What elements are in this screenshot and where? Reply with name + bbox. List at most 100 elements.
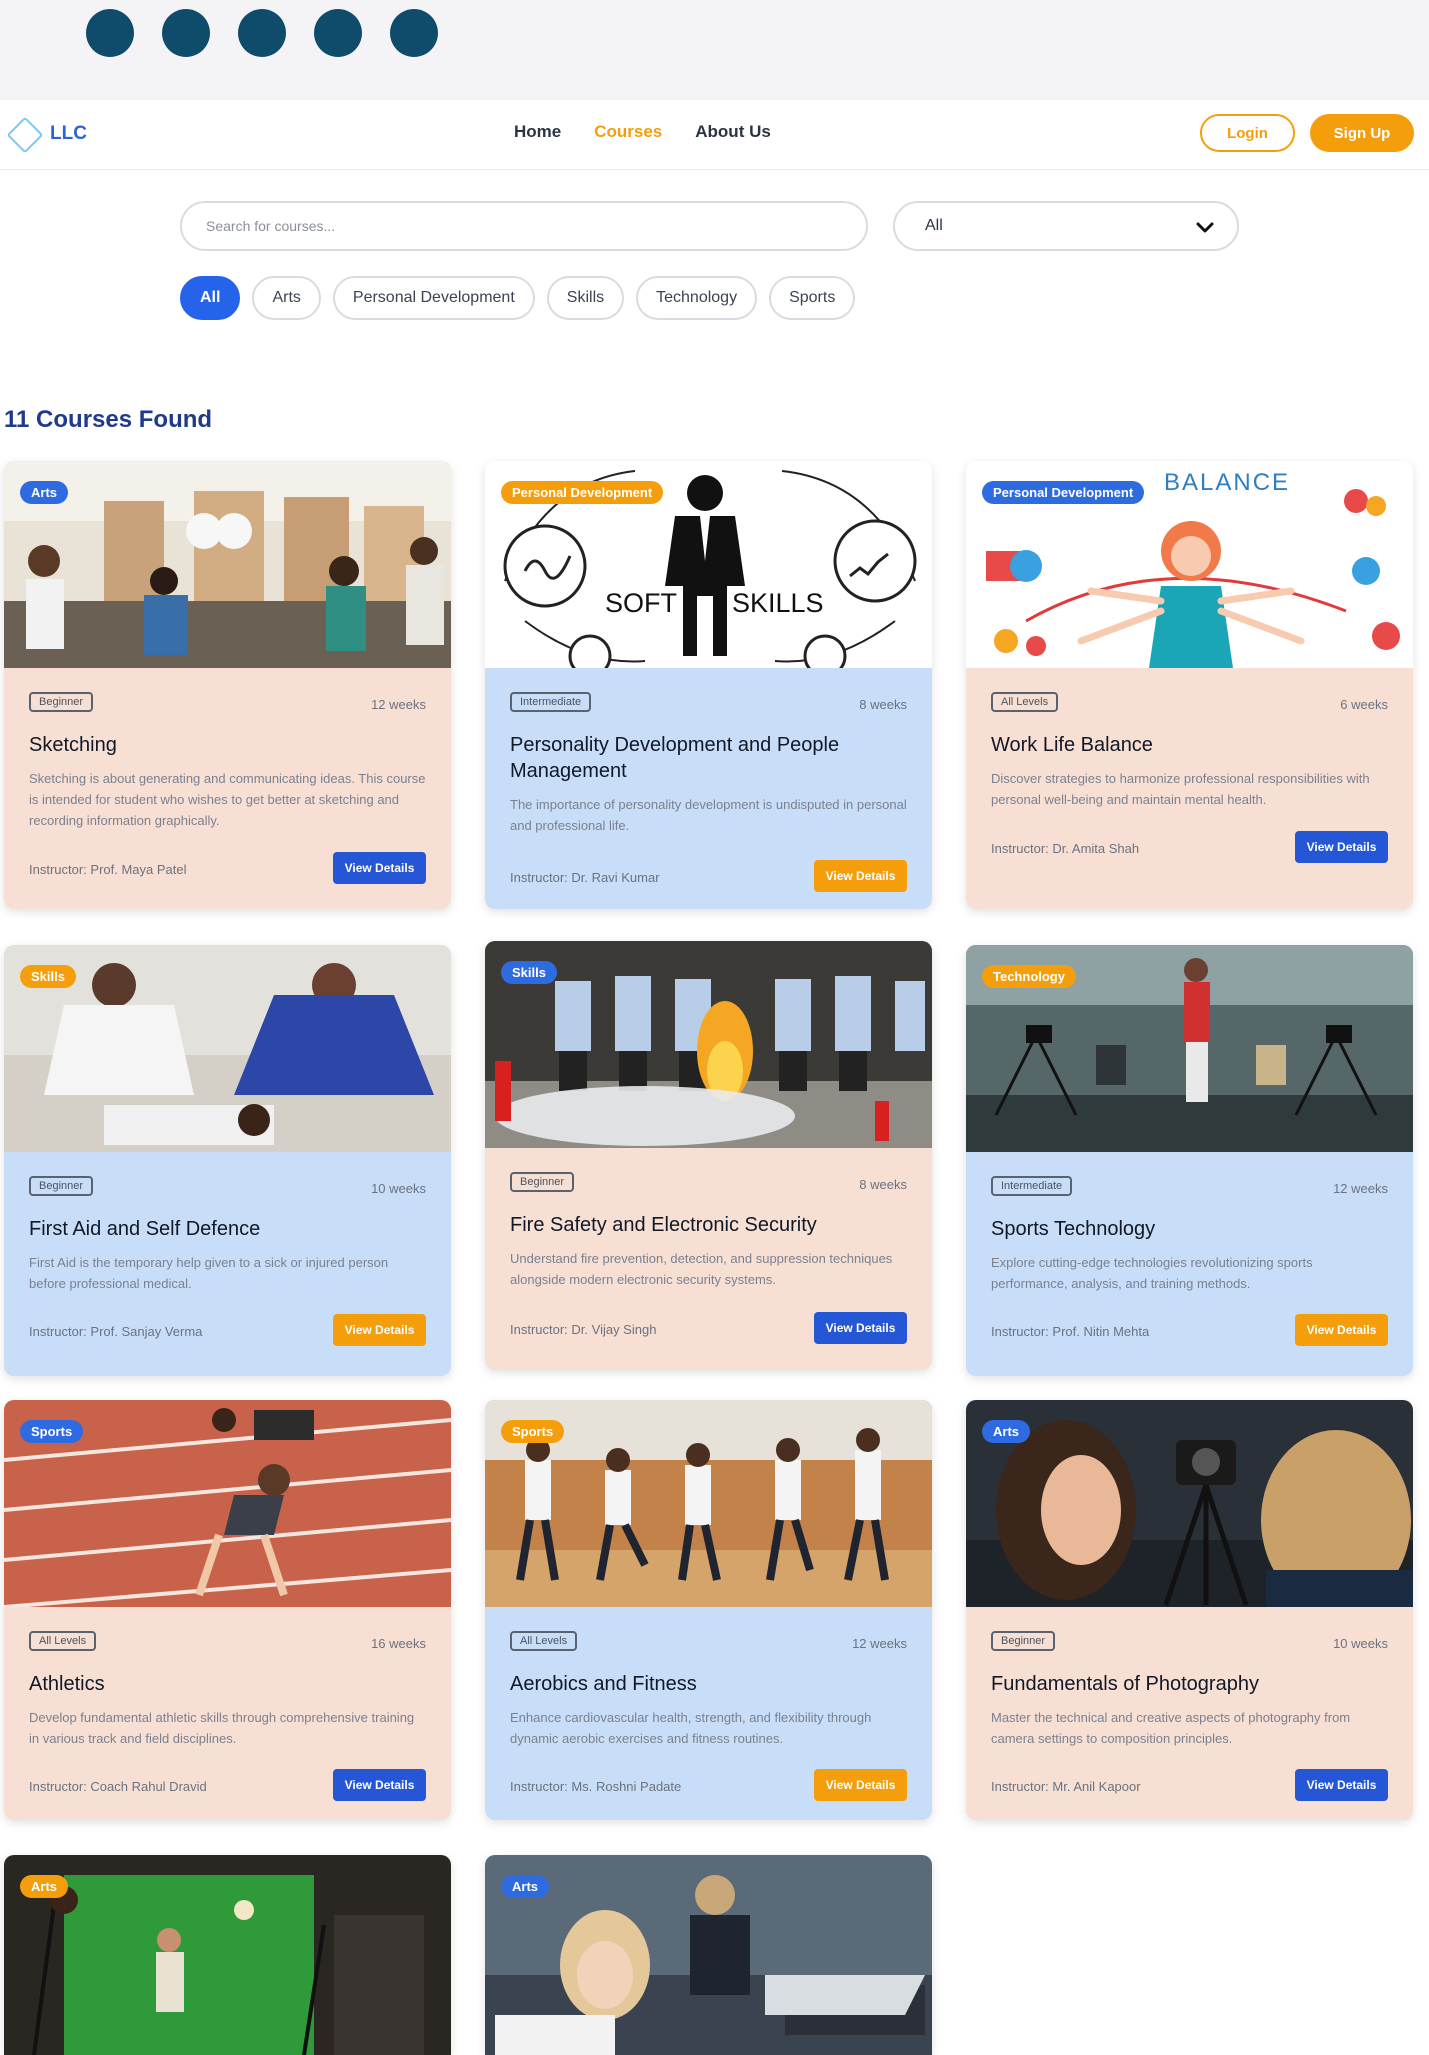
view-details-button[interactable]: View Details [1295,1314,1388,1346]
course-card-fire-safety[interactable]: Skills Beginner 8 weeks Fire Safety and … [485,941,932,1370]
view-details-button[interactable]: View Details [333,852,426,884]
nav-links: Home Courses About Us [514,122,771,142]
course-description: Discover strategies to harmonize profess… [991,771,1370,807]
category-badge: Technology [982,965,1076,988]
course-title: Fire Safety and Electronic Security [510,1214,817,1236]
image-text-balance: BALANCE [1164,469,1291,496]
nav-link-courses[interactable]: Courses [594,122,662,142]
level-tag: Intermediate [510,692,592,712]
course-card-personality-development[interactable]: SOFT SKILLS Personal Development Interme… [485,461,932,909]
course-instructor: Instructor: Prof. Nitin Mehta [991,1324,1150,1339]
course-card-photography[interactable]: Arts Beginner 10 weeks Fundamentals of P… [966,1400,1413,1820]
dot-1 [86,9,134,57]
duration: 8 weeks [859,697,907,712]
level-tag: All Levels [29,1631,97,1651]
level-tag: Beginner [29,692,94,712]
dot-5 [390,9,438,57]
dot-4 [314,9,362,57]
course-title: Personality Development and People Manag… [510,734,840,782]
course-instructor: Instructor: Coach Rahul Dravid [29,1779,207,1794]
duration: 10 weeks [1333,1636,1388,1651]
course-instructor: Instructor: Dr. Amita Shah [991,841,1140,856]
image-text-soft: SOFT [605,588,677,618]
course-instructor: Instructor: Dr. Vijay Singh [510,1322,657,1337]
level-tag: Beginner [991,1631,1056,1651]
course-image: BALANCE Personal Development [966,461,1413,668]
course-description: The importance of personality developmen… [510,797,907,833]
duration: 16 weeks [371,1636,426,1651]
signup-button[interactable]: Sign Up [1310,114,1414,152]
category-select[interactable]: All [893,201,1239,251]
view-details-button[interactable]: View Details [814,1769,907,1801]
duration: 12 weeks [852,1636,907,1651]
course-card-aerobics[interactable]: Sports All Levels 12 weeks Aerobics and … [485,1400,932,1820]
course-card-11[interactable]: Arts [485,1855,932,2055]
chevron-down-icon [1196,222,1214,233]
course-title: Athletics [29,1673,105,1695]
course-instructor: Instructor: Prof. Maya Patel [29,862,187,877]
view-details-button[interactable]: View Details [333,1769,426,1801]
duration: 10 weeks [371,1181,426,1196]
course-image: Arts [4,1855,451,2055]
search-input[interactable]: Search for courses... [180,201,868,251]
course-card-10[interactable]: Arts [4,1855,451,2055]
view-details-button[interactable]: View Details [814,1312,907,1344]
course-card-first-aid[interactable]: Skills Beginner 10 weeks First Aid and S… [4,945,451,1376]
chip-personal-development[interactable]: Personal Development [332,276,535,320]
duration: 12 weeks [371,697,426,712]
chip-skills[interactable]: Skills [546,276,625,320]
course-description: Enhance cardiovascular health, strength,… [510,1710,872,1746]
course-image: Technology [966,945,1413,1152]
nav-link-home[interactable]: Home [514,122,561,142]
view-details-button[interactable]: View Details [1295,831,1388,863]
course-card-sketching[interactable]: Arts Beginner 12 weeks Sketching Sketchi… [4,461,451,909]
category-badge: Personal Development [501,481,664,504]
course-card-work-life-balance[interactable]: BALANCE Personal Development All Levels … [966,461,1413,909]
chip-sports[interactable]: Sports [769,276,856,320]
category-select-value: All [925,217,943,234]
course-title: Sketching [29,734,117,756]
view-details-button[interactable]: View Details [1295,1769,1388,1801]
dot-3 [238,9,286,57]
category-badge: Skills [501,961,557,984]
course-image: Arts [966,1400,1413,1607]
level-tag: Beginner [510,1172,575,1192]
course-card-athletics[interactable]: Sports All Levels 16 weeks Athletics Dev… [4,1400,451,1820]
category-badge: Sports [20,1420,84,1443]
course-description: Understand fire prevention, detection, a… [510,1251,893,1287]
level-tag: Beginner [29,1176,94,1196]
chip-arts[interactable]: Arts [252,276,321,320]
course-title: Aerobics and Fitness [510,1673,697,1695]
duration: 6 weeks [1340,697,1388,712]
course-description: Explore cutting-edge technologies revolu… [991,1255,1313,1291]
results-count: 11 Courses Found [4,406,213,433]
course-description: Master the technical and creative aspect… [991,1710,1351,1746]
category-badge: Personal Development [982,481,1145,504]
dot-2 [162,9,210,57]
course-image: SOFT SKILLS Personal Development [485,461,932,668]
category-badge: Arts [501,1875,550,1898]
course-instructor: Instructor: Prof. Sanjay Verma [29,1324,203,1339]
nav-link-about-us[interactable]: About Us [695,122,771,142]
duration: 8 weeks [859,1177,907,1192]
course-image: Skills [4,945,451,1152]
level-tag: All Levels [991,692,1059,712]
login-button[interactable]: Login [1200,114,1295,152]
view-details-button[interactable]: View Details [333,1314,426,1346]
level-tag: Intermediate [991,1176,1073,1196]
course-description: Sketching is about generating and commun… [29,771,426,828]
course-image: Arts [4,461,451,668]
category-badge: Arts [20,1875,69,1898]
course-instructor: Instructor: Dr. Ravi Kumar [510,870,660,885]
course-description: Develop fundamental athletic skills thro… [29,1710,415,1746]
brand-logo[interactable]: LLC [4,114,87,154]
view-details-button[interactable]: View Details [814,860,907,892]
course-card-sports-technology[interactable]: Technology Intermediate 12 weeks Sports … [966,945,1413,1376]
chip-all[interactable]: All [180,276,241,320]
chip-technology[interactable]: Technology [636,276,758,320]
course-instructor: Instructor: Ms. Roshni Padate [510,1779,682,1794]
course-description: First Aid is the temporary help given to… [29,1255,389,1291]
course-instructor: Instructor: Mr. Anil Kapoor [991,1779,1141,1794]
course-image: Arts [485,1855,932,2055]
brand-name: LLC [50,123,87,144]
